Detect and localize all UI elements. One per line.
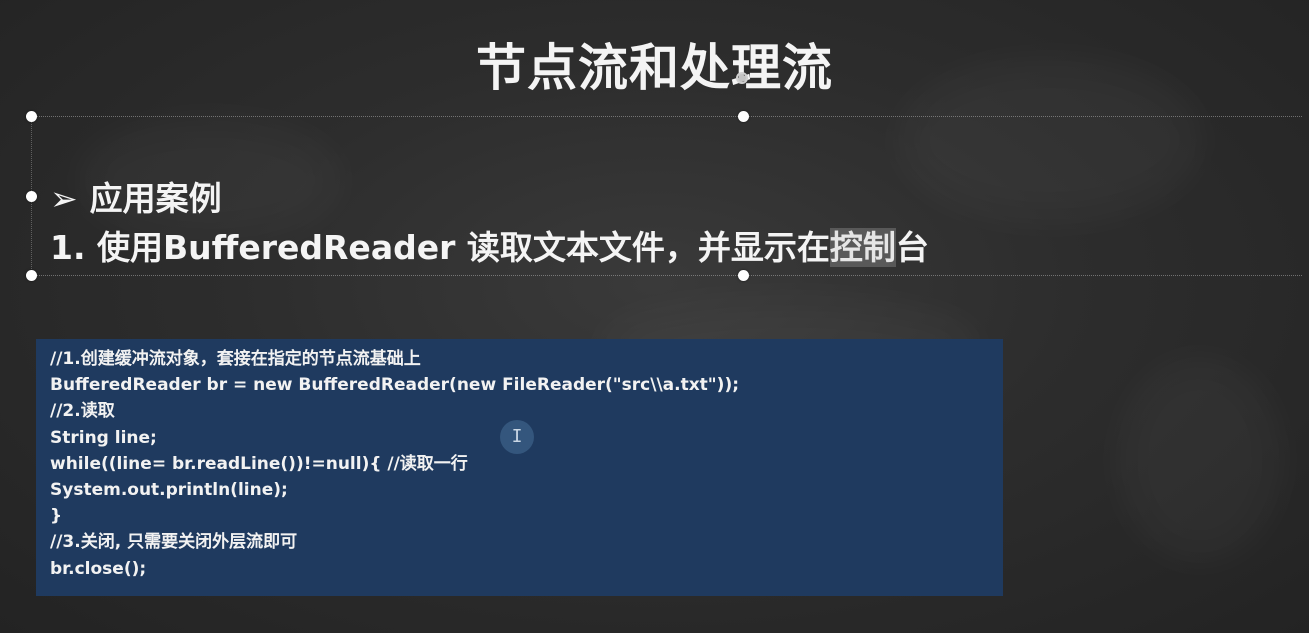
numbered-item-text: 1. 使用BufferedReader 读取文本文件，并显示在 [50,228,830,267]
code-line: //3.关闭, 只需要关闭外层流即可 [50,532,298,553]
rotate-handle[interactable] [736,72,748,84]
resize-handle-top-center[interactable] [738,111,749,122]
text-cursor-icon: I [511,426,523,447]
bullet-heading-text: 应用案例 [89,179,222,218]
resize-handle-bottom-left[interactable] [26,270,37,281]
resize-handle-middle-left[interactable] [26,191,37,202]
code-line: br.close(); [50,558,147,579]
selection-top-border [32,116,1302,117]
code-line: } [50,506,63,527]
code-line: //1.创建缓冲流对象，套接在指定的节点流基础上 [50,349,421,369]
bullet-heading: ➢ 应用案例 [50,174,222,224]
numbered-item-suffix: 台 [895,228,929,267]
highlighted-text: 控制 [829,228,896,267]
code-line: //2.读取 [50,401,115,422]
arrow-bullet-icon: ➢ [50,179,78,218]
code-line: while((line= br.readLine())!=null){ //读取… [50,453,468,474]
code-line: System.out.println(line); [50,479,288,500]
slide-title: 节点流和处理流 [476,39,833,97]
resize-handle-top-left[interactable] [26,111,37,122]
numbered-item: 1. 使用BufferedReader 读取文本文件，并显示在控制台 [50,222,929,274]
code-line: BufferedReader br = new BufferedReader(n… [50,375,740,396]
selection-bottom-border [32,275,1302,276]
code-block: //1.创建缓冲流对象，套接在指定的节点流基础上 BufferedReader … [36,339,1003,596]
